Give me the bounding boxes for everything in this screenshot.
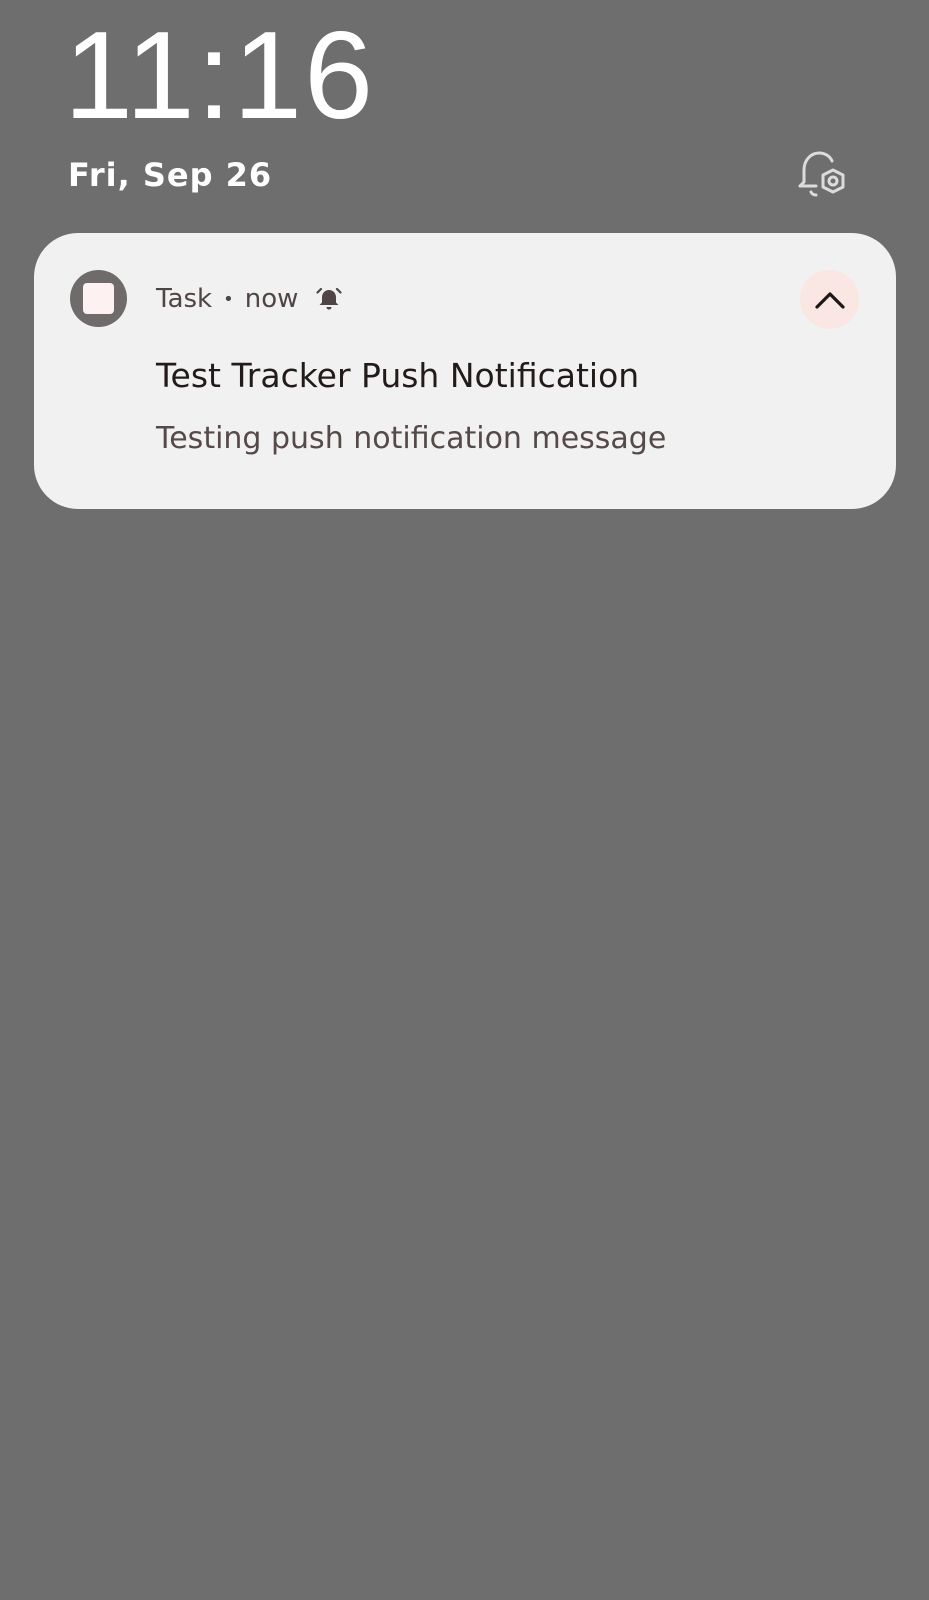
notification-timestamp: now (244, 284, 299, 314)
app-icon (70, 270, 127, 327)
app-name: Task (156, 284, 213, 314)
notification-header: Task • now (156, 279, 343, 319)
app-icon-glyph (83, 283, 114, 314)
header-separator: • (223, 288, 234, 310)
lockscreen-date: Fri, Sep 26 (68, 156, 273, 194)
bell-settings-icon[interactable] (796, 148, 854, 200)
lockscreen-clock: 11:16 (64, 7, 376, 145)
notification-body: Testing push notification message (156, 421, 667, 456)
collapse-button[interactable] (800, 270, 859, 329)
chevron-up-icon (814, 291, 845, 309)
notification-card[interactable]: Task • now Test Tracker Push Notificatio… (34, 233, 896, 509)
alarm-bell-icon (316, 286, 343, 312)
notification-title: Test Tracker Push Notification (156, 356, 640, 395)
